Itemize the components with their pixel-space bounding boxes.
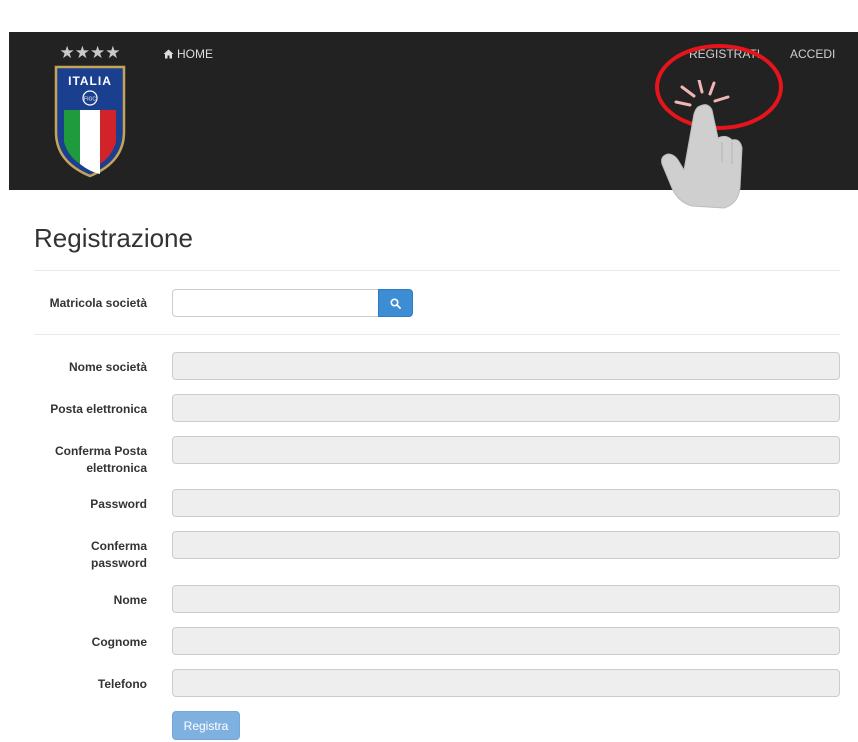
navbar: ★★★★ ITALIA FIGC HOME REGISTRATI ACCEDI <box>9 32 858 190</box>
nome-label: Nome <box>113 593 147 607</box>
conferma-password-label-line1: Conferma <box>90 539 147 553</box>
nav-login-link[interactable]: ACCEDI <box>790 47 835 61</box>
conferma-posta-label-line2: elettronica <box>86 461 147 475</box>
home-icon <box>163 49 174 59</box>
svg-text:ITALIA: ITALIA <box>68 74 112 88</box>
svg-text:★★★★: ★★★★ <box>60 43 121 63</box>
page-title: Registrazione <box>34 223 193 253</box>
divider <box>34 334 840 335</box>
conferma-posta-label: Conferma Posta elettronica <box>17 443 147 477</box>
telefono-label: Telefono <box>97 677 147 691</box>
conferma-posta-label-line1: Conferma Posta <box>54 444 147 458</box>
nav-register-link[interactable]: REGISTRATI <box>689 47 760 61</box>
svg-text:FIGC: FIGC <box>84 97 96 103</box>
nome-field[interactable] <box>172 585 840 613</box>
conferma-password-label-line2: password <box>90 556 147 570</box>
password-field[interactable] <box>172 489 840 517</box>
posta-label: Posta elettronica <box>50 402 147 416</box>
search-icon <box>390 297 401 309</box>
figc-logo[interactable]: ★★★★ ITALIA FIGC <box>50 40 130 178</box>
nav-home-label: HOME <box>177 47 213 61</box>
matricola-input[interactable] <box>172 289 378 317</box>
posta-field[interactable] <box>172 394 840 422</box>
conferma-posta-field[interactable] <box>172 436 840 464</box>
cognome-label: Cognome <box>91 635 147 649</box>
divider <box>34 270 840 271</box>
password-label: Password <box>90 497 147 511</box>
nome-societa-field[interactable] <box>172 352 840 380</box>
conferma-password-field[interactable] <box>172 531 840 559</box>
search-button[interactable] <box>378 289 413 317</box>
nav-home-link[interactable]: HOME <box>163 47 213 61</box>
telefono-field[interactable] <box>172 669 840 697</box>
cognome-field[interactable] <box>172 627 840 655</box>
matricola-label: Matricola società <box>49 296 147 310</box>
registra-button[interactable]: Registra <box>172 711 240 740</box>
conferma-password-label: Conferma password <box>17 538 147 572</box>
nome-societa-label: Nome società <box>68 360 147 374</box>
